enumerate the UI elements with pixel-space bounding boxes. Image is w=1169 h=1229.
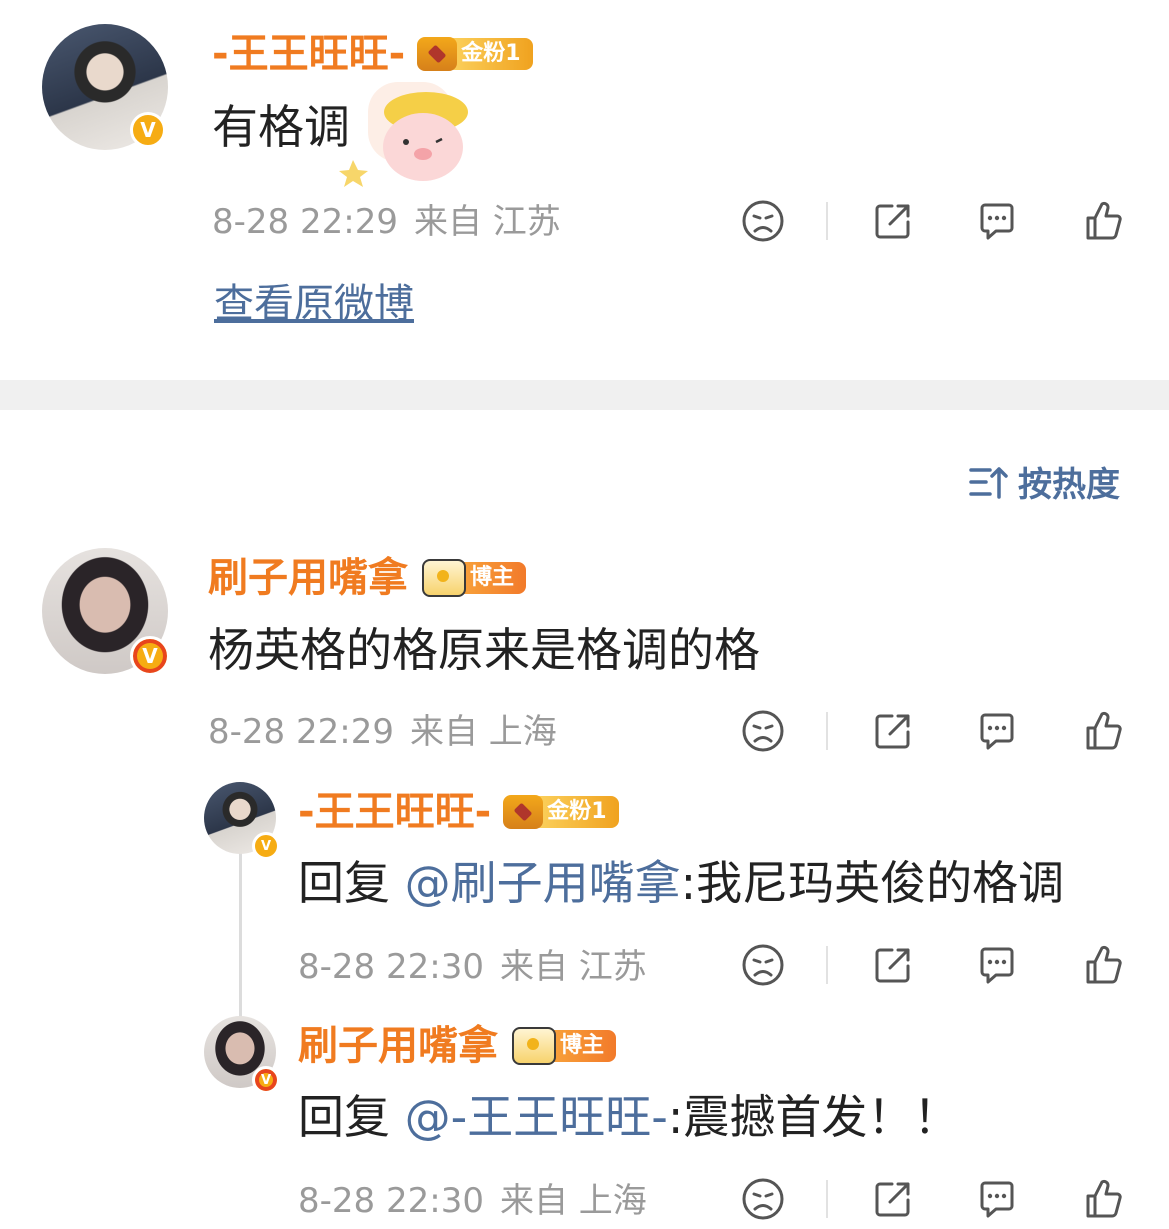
view-original-link[interactable]: 查看原微博 [214,284,414,324]
thread-line [239,852,242,1020]
reply-author-name[interactable]: 刷子用嘴拿 [298,1026,498,1066]
reply-author-name[interactable]: -王王旺旺- [298,792,491,832]
reply-text: 回复 @-王王旺旺-:震撼首发！！ [298,1094,959,1140]
sort-icon [969,466,1008,499]
reply-actions [740,942,1126,988]
mention-link[interactable]: @-王王旺旺- [405,1090,668,1144]
mention-link[interactable]: @刷子用嘴拿 [405,856,681,910]
comment-icon[interactable] [974,1176,1020,1222]
like-icon[interactable] [1080,198,1126,244]
verified-icon: V [252,832,280,860]
crown-icon [417,37,458,71]
divider [826,1180,828,1218]
comment-icon[interactable] [974,942,1020,988]
sad-face-icon[interactable] [740,942,786,988]
divider [826,712,828,750]
comment-author-row: 刷子用嘴拿 博主 [208,558,527,598]
blogger-badge-label: 博主 [552,1030,617,1062]
reply-time: 8-28 22:30 [298,1181,484,1221]
verified-icon: V [130,112,166,148]
sort-toggle[interactable]: 按热度 [968,457,1120,506]
reply-location: 来自 上海 [499,1181,647,1221]
crown-icon [422,559,466,597]
share-icon[interactable] [870,942,916,988]
reply-meta: 8-28 22:30 来自 江苏 [298,950,647,984]
sad-face-icon[interactable] [740,708,786,754]
comment-actions [740,708,1126,754]
like-icon[interactable] [1080,708,1126,754]
fan-badge[interactable]: 金粉1 [503,794,619,830]
blogger-badge[interactable]: 博主 [422,559,527,597]
reply-author-row: -王王旺旺- 金粉1 [298,792,619,832]
post-author-name[interactable]: -王王旺旺- [212,34,405,74]
blogger-badge-label: 博主 [462,562,527,594]
post-actions [740,198,1126,244]
crown-icon [512,1027,556,1065]
reply-body: :我尼玛英俊的格调 [680,856,1065,910]
comment-location: 来自 上海 [409,712,557,752]
comment-icon[interactable] [974,708,1020,754]
post-meta: 8-28 22:29 来自 江苏 [212,205,561,239]
share-icon[interactable] [870,708,916,754]
post-author-row: -王王旺旺- 金粉1 [212,34,533,74]
pig-sticker-icon [339,82,468,187]
reply-prefix: 回复 [298,1090,405,1144]
crown-icon [503,795,544,829]
reply-time: 8-28 22:30 [298,947,484,987]
reply-actions [740,1176,1126,1222]
like-icon[interactable] [1080,942,1126,988]
like-icon[interactable] [1080,1176,1126,1222]
comment-author-name[interactable]: 刷子用嘴拿 [208,558,408,598]
reply-body: :震撼首发！！ [667,1090,960,1144]
section-divider [0,380,1169,410]
reply-text: 回复 @刷子用嘴拿:我尼玛英俊的格调 [298,860,1064,906]
verified-icon: V [252,1066,280,1094]
post-time: 8-28 22:29 [212,202,398,242]
sort-label: 按热度 [1018,465,1120,505]
fan-badge-label: 金粉1 [539,796,619,828]
post-location: 来自 江苏 [413,202,561,242]
reply-meta: 8-28 22:30 来自 上海 [298,1184,647,1218]
divider [826,202,828,240]
reply-prefix: 回复 [298,856,405,910]
share-icon[interactable] [870,1176,916,1222]
sad-face-icon[interactable] [740,198,786,244]
fan-badge[interactable]: 金粉1 [417,36,533,72]
sad-face-icon[interactable] [740,1176,786,1222]
verified-icon: V [130,636,170,676]
fan-badge-label: 金粉1 [453,38,533,70]
comment-text: 杨英格的格原来是格调的格 [208,623,760,677]
blogger-badge[interactable]: 博主 [512,1027,617,1065]
reply-location: 来自 江苏 [499,947,647,987]
comment-icon[interactable] [974,198,1020,244]
comment-time: 8-28 22:29 [208,712,394,752]
divider [826,946,828,984]
comment-meta: 8-28 22:29 来自 上海 [208,715,557,749]
share-icon[interactable] [870,198,916,244]
reply-author-row: 刷子用嘴拿 博主 [298,1026,617,1066]
